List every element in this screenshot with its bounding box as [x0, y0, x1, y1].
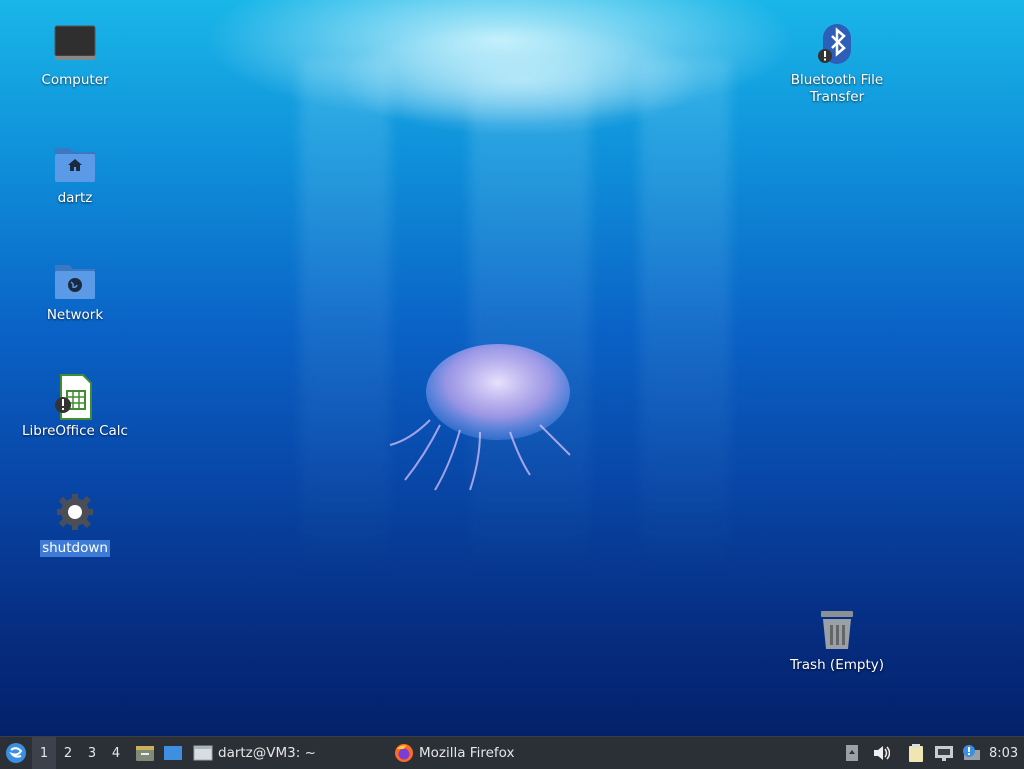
desktop-icon-shutdown[interactable]: shutdown [15, 490, 135, 557]
terminal-icon [193, 745, 213, 761]
clipboard-button[interactable] [905, 737, 927, 769]
desktop-icon-label: Computer [41, 72, 109, 88]
light-ray [640, 60, 730, 580]
desktop-icon-computer[interactable]: Computer [15, 22, 135, 89]
network-wired-icon [935, 746, 953, 761]
desktop-icon-label: dartz [57, 190, 93, 206]
trash-icon [813, 607, 861, 655]
desktop-icon-libreoffice-calc[interactable]: LibreOffice Calc [15, 373, 135, 440]
clipboard-icon [909, 744, 923, 762]
task-label: dartz@VM3: ~ [218, 745, 316, 761]
volume-icon [874, 746, 890, 760]
network-button[interactable] [932, 737, 956, 769]
label-line: Transfer [809, 89, 865, 105]
workspace-3[interactable]: 3 [80, 737, 104, 769]
tray-expand-button[interactable] [842, 737, 862, 769]
desktop-icon-network[interactable]: Network [15, 257, 135, 324]
desktop-icon-home-folder[interactable]: dartz [15, 140, 135, 207]
start-menu-button[interactable] [2, 737, 30, 769]
file-manager-icon [136, 746, 154, 761]
desktop-icon-label: shutdown [40, 540, 110, 557]
desktop-icon-trash[interactable]: Trash (Empty) [777, 607, 897, 674]
jellyfish-wallpaper [389, 344, 571, 491]
gear-icon [51, 490, 99, 538]
file-manager-launcher[interactable] [133, 737, 157, 769]
update-notifier-button[interactable] [960, 737, 982, 769]
workspace-label: 4 [111, 745, 121, 761]
workspace-2[interactable]: 2 [56, 737, 80, 769]
network-folder-icon [51, 257, 99, 305]
bluetooth-icon [813, 22, 861, 70]
workspace-label: 1 [39, 745, 49, 761]
computer-icon [51, 22, 99, 70]
clock-time: 8:03 [989, 745, 1019, 761]
workspace-label: 2 [63, 745, 73, 761]
desktop-icon [164, 746, 182, 760]
desktop-icon-label: Network [46, 307, 104, 323]
volume-button[interactable] [870, 737, 892, 769]
desktop-icon-label: Trash (Empty) [789, 657, 885, 673]
workspace-label: 3 [87, 745, 97, 761]
desktop-icon-label: Bluetooth File Transfer [789, 72, 885, 106]
menu-logo-icon [6, 743, 26, 763]
light-ray [300, 60, 390, 580]
task-terminal[interactable]: dartz@VM3: ~ [193, 737, 316, 769]
desktop-icon-label: LibreOffice Calc [22, 423, 128, 439]
workspace-4[interactable]: 4 [104, 737, 128, 769]
firefox-icon [395, 744, 413, 762]
label-line: Bluetooth File [790, 72, 884, 88]
taskbar: 1 2 3 4 dartz@VM3: ~ Mozilla Firefox 8:0… [0, 736, 1024, 769]
workspace-1[interactable]: 1 [32, 737, 56, 769]
desktop-background: Computer dartz Network LibreOffice Calc … [0, 0, 1024, 736]
chevron-up-icon [846, 745, 858, 761]
desktop-icon-bluetooth-file-transfer[interactable]: Bluetooth File Transfer [777, 22, 897, 106]
task-label: Mozilla Firefox [419, 745, 515, 761]
spreadsheet-icon [51, 373, 99, 421]
show-desktop-button[interactable] [161, 737, 185, 769]
clock[interactable]: 8:03 [989, 737, 1018, 769]
home-folder-icon [51, 140, 99, 188]
update-alert-icon [963, 745, 980, 760]
task-firefox[interactable]: Mozilla Firefox [394, 737, 515, 769]
